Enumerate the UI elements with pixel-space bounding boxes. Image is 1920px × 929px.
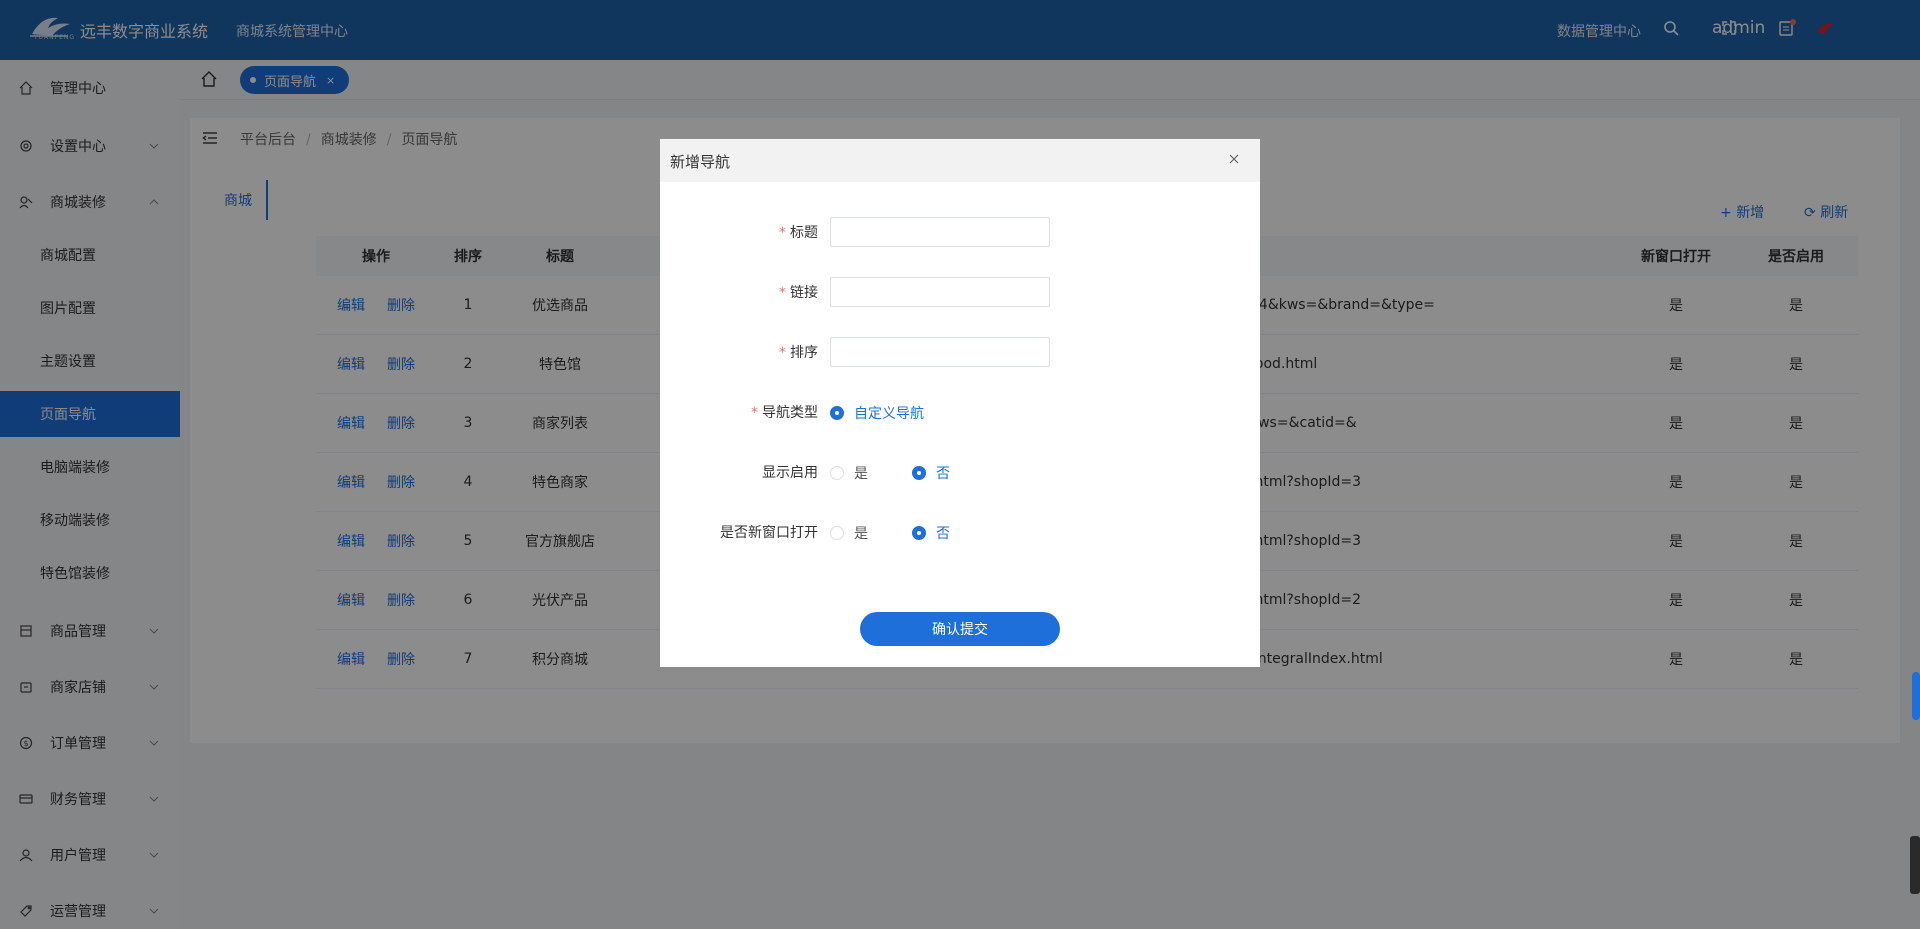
link-row: * 链接 <box>660 277 1260 307</box>
scrollbar-thumb[interactable] <box>1912 672 1920 720</box>
radio-label: 是 <box>854 526 868 542</box>
show-enabled-label: 显示启用 <box>762 465 818 481</box>
add-nav-dialog: 新增导航 * 标题 * 链接 * 排序 * 导航类型 自定义导航 显示启用 是 否 是否… <box>660 139 1260 667</box>
required-mark: * <box>779 225 786 241</box>
required-mark: * <box>779 345 786 361</box>
title-row: * 标题 <box>660 217 1260 247</box>
show-enabled-no-radio[interactable]: 否 <box>912 463 950 483</box>
sort-input[interactable] <box>830 337 1050 367</box>
radio-label: 否 <box>936 526 950 542</box>
label-text: 导航类型 <box>762 405 818 421</box>
label-text: 排序 <box>790 345 818 361</box>
sort-row: * 排序 <box>660 337 1260 367</box>
required-mark: * <box>751 405 758 421</box>
radio-circle <box>830 466 844 480</box>
radio-circle <box>912 466 926 480</box>
dialog-header: 新增导航 <box>660 139 1260 182</box>
label-text: 标题 <box>790 225 818 241</box>
submit-button[interactable]: 确认提交 <box>860 612 1060 646</box>
close-icon[interactable] <box>1228 153 1242 167</box>
new-window-yes-radio[interactable]: 是 <box>830 523 868 543</box>
link-input[interactable] <box>830 277 1050 307</box>
radio-label: 自定义导航 <box>854 406 924 422</box>
side-widget[interactable] <box>1910 836 1920 894</box>
nav-type-custom-radio[interactable]: 自定义导航 <box>830 403 924 423</box>
nav-type-label: * 导航类型 <box>751 402 818 422</box>
new-window-label: 是否新窗口打开 <box>720 525 818 541</box>
label-text: 链接 <box>790 285 818 301</box>
dialog-title: 新增导航 <box>670 153 731 171</box>
sort-label: * 排序 <box>779 342 818 362</box>
link-label: * 链接 <box>779 282 818 302</box>
title-label: * 标题 <box>779 222 818 242</box>
show-enabled-yes-radio[interactable]: 是 <box>830 463 868 483</box>
required-mark: * <box>779 285 786 301</box>
nav-type-row: * 导航类型 自定义导航 <box>660 397 1260 427</box>
new-window-row: 是否新窗口打开 是 否 <box>660 517 1260 547</box>
radio-label: 是 <box>854 466 868 482</box>
new-window-no-radio[interactable]: 否 <box>912 523 950 543</box>
radio-circle <box>830 526 844 540</box>
radio-circle <box>830 406 844 420</box>
radio-label: 否 <box>936 466 950 482</box>
show-enabled-row: 显示启用 是 否 <box>660 457 1260 487</box>
radio-circle <box>912 526 926 540</box>
title-input[interactable] <box>830 217 1050 247</box>
